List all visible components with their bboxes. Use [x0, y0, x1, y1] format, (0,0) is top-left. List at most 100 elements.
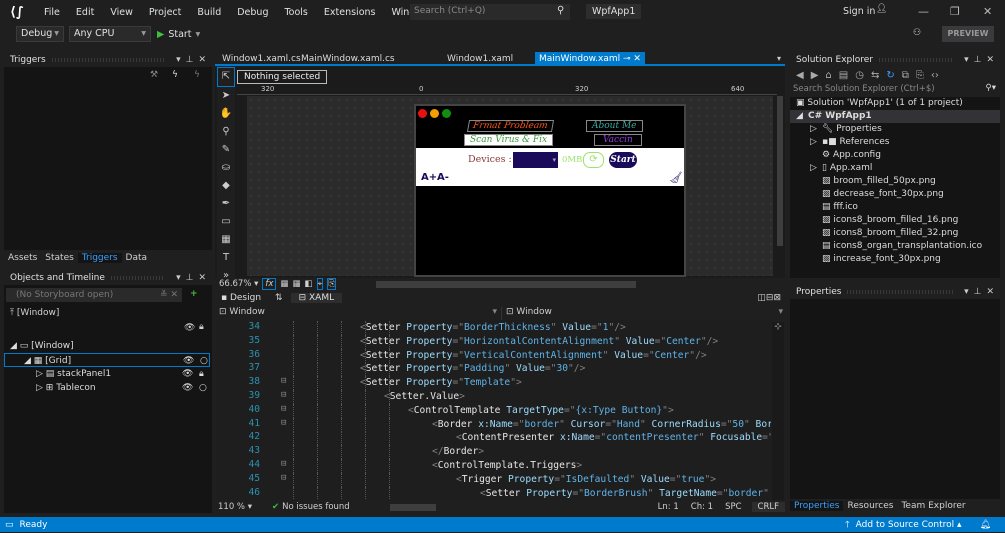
code-horizontal-scrollbar[interactable] [389, 503, 436, 511]
lock-icon[interactable]: 🔒︎ [199, 322, 204, 332]
menu-extensions[interactable]: Extensions [316, 7, 384, 18]
right-scope-dropdown[interactable]: ⊡ Window ▾ [502, 307, 785, 320]
solution-item[interactable]: ⚙ App.config [790, 149, 1000, 162]
rectangle-icon[interactable]: ▭ [217, 213, 235, 231]
broom-icon[interactable]: 🧹︎ [669, 171, 683, 184]
code-editor[interactable] [215, 320, 771, 500]
select-icon[interactable]: ⇱ [217, 67, 235, 87]
left-scope-dropdown[interactable]: ⊡ Window ▾ [215, 307, 502, 320]
storyboard-dropdown[interactable]: (No Storyboard open) ≚ ✕ [6, 288, 182, 302]
dropdown-icon[interactable]: ▾ [176, 273, 181, 283]
add-property-trigger-icon[interactable]: ⚒ [150, 70, 158, 80]
menu-view[interactable]: View [102, 7, 141, 18]
view-code-icon[interactable]: ‹› [931, 70, 939, 81]
close-window-button[interactable]: ✕ [983, 5, 992, 18]
unlock-dot-icon[interactable]: ○ [199, 381, 207, 395]
paint-bucket-icon[interactable]: ⛀ [217, 159, 235, 177]
close-icon[interactable]: ✕ [986, 287, 994, 297]
zoom-icon[interactable]: ⚲ [217, 123, 235, 141]
solution-item[interactable]: ▨ icons8_broom_filled_32.png [790, 227, 1000, 240]
show-all-files-icon[interactable]: ⎘ [916, 70, 924, 81]
expanded-arrow-icon[interactable]: ◢ [10, 341, 20, 351]
pen-icon[interactable]: ✒ [217, 195, 235, 213]
close-tab-icon[interactable]: ✕ [633, 54, 641, 64]
lock-icon[interactable]: 🔒︎ [199, 367, 204, 381]
refresh-button[interactable]: ⟳ [583, 152, 604, 168]
grid-icon[interactable]: ▦ [280, 279, 288, 289]
line-ending-indicator[interactable]: CRLF [751, 502, 785, 512]
tab-properties[interactable]: Properties [790, 501, 844, 511]
tab-assets[interactable]: Assets [4, 253, 41, 263]
unlock-dot-icon[interactable]: ○ [200, 354, 208, 368]
tab-team-explorer[interactable]: Team Explorer [897, 501, 969, 511]
horizontal-scrollbar[interactable] [376, 280, 637, 288]
visibility-icon[interactable]: 👁︎ [184, 323, 195, 333]
account-icon[interactable]: 👤︎ [876, 4, 887, 14]
object-tree-item[interactable]: ▷ ⊞ Tablecon 👁︎ ○ [4, 381, 210, 395]
collapsed-arrow-icon[interactable]: ▷ [36, 369, 46, 379]
home-icon[interactable]: ⌂ [825, 70, 831, 81]
grid-layout-icon[interactable]: ▦ [217, 231, 235, 249]
scope-up[interactable]: ⤒ [Window] [10, 306, 59, 320]
vaccin-tab[interactable]: Vaccin [594, 134, 642, 146]
menu-build[interactable]: Build [189, 7, 229, 18]
tab-mainwindow-xaml-cs[interactable]: MainWindow.xaml.cs [297, 52, 399, 66]
solution-item[interactable]: ▷ ▪■ References [790, 136, 1000, 149]
code-zoom-dropdown[interactable]: 110 % ▾ [218, 502, 252, 512]
start-scan-button[interactable]: Start [609, 152, 637, 168]
eyedropper-icon[interactable]: ✎ [217, 141, 235, 159]
snap-lines-icon[interactable]: ⌖ [316, 278, 324, 290]
visibility-icon[interactable]: 👁︎ [183, 354, 194, 368]
forward-icon[interactable]: ▶ [811, 70, 819, 81]
text-icon[interactable]: T [217, 249, 235, 267]
object-tree-item[interactable]: ◢ ▭ [Window] [4, 339, 210, 353]
add-to-source-control[interactable]: Add to Source Control ▴ [856, 520, 962, 530]
feedback-icon[interactable]: ⚇ [913, 28, 921, 38]
solution-item[interactable]: ▨ decrease_font_30px.png [790, 188, 1000, 201]
collapsed-arrow-icon[interactable]: ▷ [810, 123, 822, 136]
zoom-dropdown[interactable]: 66.67% ▾ [219, 279, 258, 289]
tab-mainwindow-xaml[interactable]: MainWindow.xaml ⊸ ✕ [535, 52, 645, 66]
format-problem-tab[interactable]: Frmat Probleam [466, 120, 554, 132]
menu-debug[interactable]: Debug [229, 7, 276, 18]
back-icon[interactable]: ◀ [796, 70, 804, 81]
pin-icon[interactable]: ⊥ [974, 55, 982, 65]
solution-item[interactable]: ▨ increase_font_30px.png [790, 253, 1000, 266]
solution-item[interactable]: ▨ broom_filled_50px.png [790, 175, 1000, 188]
pin-icon[interactable]: ⊸ [620, 54, 633, 64]
refresh-icon[interactable]: ↻ [886, 70, 894, 81]
code-vertical-scrollbar[interactable]: ⊹ [772, 322, 784, 500]
collapse-all-icon[interactable]: ⧉ [902, 70, 909, 81]
expanded-arrow-icon[interactable]: ◢ [796, 110, 808, 123]
tab-states[interactable]: States [41, 253, 78, 263]
restore-button[interactable]: ❐ [950, 5, 960, 18]
history-icon[interactable]: ◷ [855, 70, 864, 81]
preview-button[interactable]: PREVIEW [942, 26, 994, 42]
collapsed-arrow-icon[interactable]: ▷ [810, 136, 822, 149]
visibility-icon[interactable]: 👁︎ [182, 367, 193, 381]
notifications-icon[interactable]: 🔔︎ [980, 520, 991, 530]
pin-icon[interactable]: ⊥ [974, 287, 982, 297]
tab-resources[interactable]: Resources [843, 501, 897, 511]
vertical-scrollbar[interactable] [777, 96, 783, 246]
object-tree-item[interactable]: ◢ ▦ [Grid] 👁︎ ○ [4, 353, 210, 367]
xaml-tab[interactable]: ⊟ XAML [290, 293, 343, 303]
add-event-trigger-icon[interactable]: ϟ [172, 70, 178, 80]
design-tab[interactable]: ▪ Design [215, 293, 267, 303]
menu-tools[interactable]: Tools [276, 7, 315, 18]
platform-dropdown[interactable]: Any CPU ▾ [69, 26, 151, 42]
pin-icon[interactable]: ⊥ [186, 55, 194, 65]
close-icon[interactable]: ✕ [986, 55, 994, 65]
minimize-button[interactable]: — [918, 5, 929, 18]
solution-item[interactable]: ▷ ▯ App.xaml [790, 162, 1000, 175]
solution-item[interactable]: ▨ icons8_broom_filled_16.png [790, 214, 1000, 227]
split-layout-icons[interactable]: ◫⊟⊠ [757, 293, 781, 303]
pin-icon[interactable]: ⊥ [186, 273, 194, 283]
fx-icon[interactable]: fx [262, 278, 277, 290]
solution-item[interactable]: ▤ fff.ico [790, 201, 1000, 214]
collapsed-arrow-icon[interactable]: ▷ [810, 162, 822, 175]
solution-item[interactable]: ◢ C# WpfApp1 [790, 110, 1000, 123]
solution-item[interactable]: ▣ Solution 'WpfApp1' (1 of 1 project) [790, 97, 1000, 110]
whitespace-indicator[interactable]: SPC [725, 502, 741, 512]
tab-data[interactable]: Data [122, 253, 152, 263]
